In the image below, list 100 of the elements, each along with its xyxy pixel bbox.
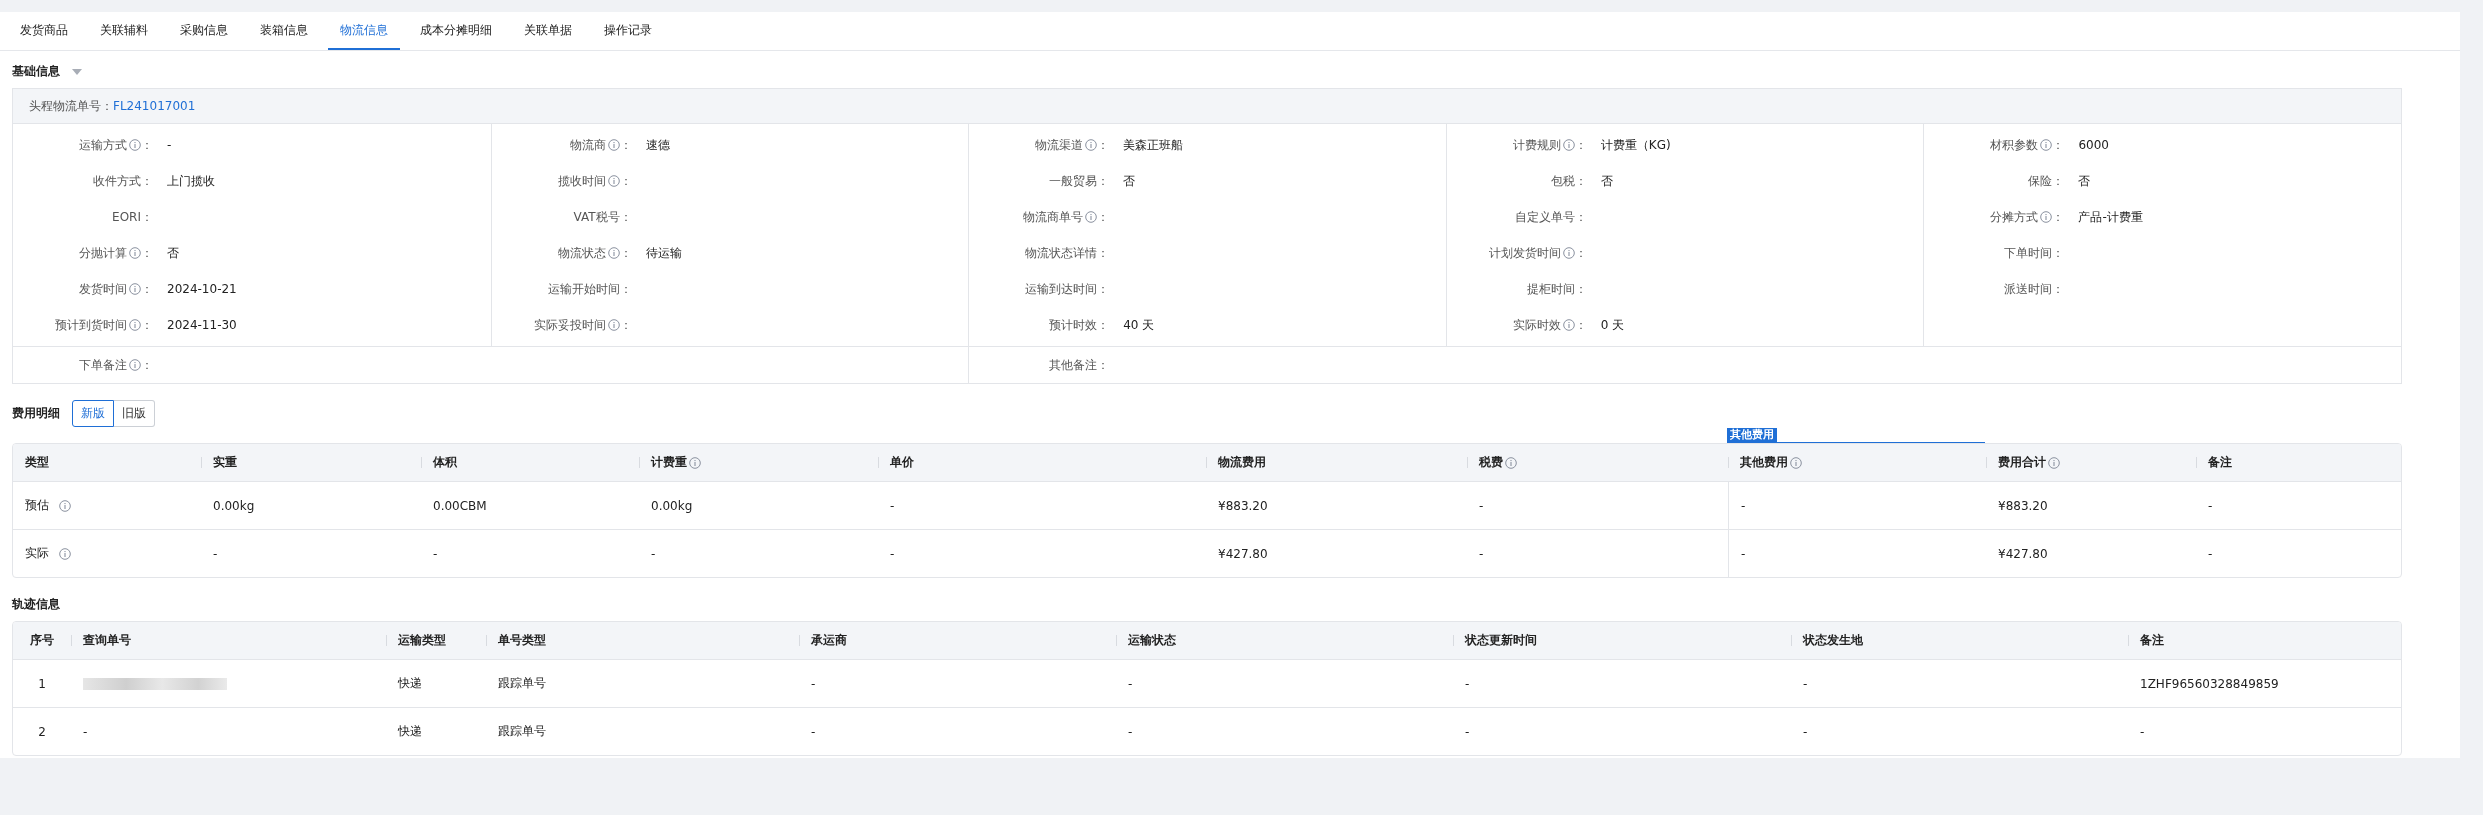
- field-label: 运输方式: [79, 136, 127, 154]
- field-value: 速德: [645, 136, 670, 154]
- field-value: 0 天: [1600, 316, 1625, 334]
- column-header: 计费重: [651, 454, 687, 471]
- field-label: 运输开始时间: [547, 280, 620, 298]
- field-label: 物流状态详情: [1025, 244, 1098, 262]
- label-colon: ：: [2052, 244, 2065, 262]
- table-cell: -: [811, 724, 816, 739]
- version-toggle[interactable]: 旧版: [114, 400, 155, 427]
- field-label: 一般贸易: [1049, 172, 1098, 190]
- tab[interactable]: 关联辅料: [88, 12, 160, 50]
- version-toggle[interactable]: 新版: [72, 400, 114, 427]
- column-header: 其他费用: [1740, 454, 1788, 471]
- field-label: 实际妥投时间: [533, 316, 606, 334]
- field-label: 材积参数: [1990, 136, 2039, 154]
- info-icon: [129, 359, 141, 371]
- table-cell: -: [1741, 546, 1746, 561]
- table-cell: -: [2208, 546, 2213, 561]
- table-cell: ¥883.20: [1218, 498, 1268, 513]
- column-header: 单号类型: [498, 632, 546, 649]
- tab[interactable]: 发货商品: [8, 12, 80, 50]
- field-value: 否: [1123, 172, 1136, 190]
- tab[interactable]: 装箱信息: [248, 12, 320, 50]
- field-label: 提柜时间: [1526, 280, 1575, 298]
- info-icon: [2048, 456, 2060, 469]
- label-colon: ：: [141, 280, 153, 298]
- table-cell: -: [811, 676, 816, 691]
- table-cell: -: [1479, 546, 1484, 561]
- tab[interactable]: 关联单据: [512, 12, 584, 50]
- field-value: 否: [167, 244, 179, 262]
- table-cell: -: [213, 546, 218, 561]
- column-header: 税费: [1479, 454, 1503, 471]
- label-colon: ：: [141, 208, 153, 226]
- field-label: 揽收时间: [557, 172, 606, 190]
- column-header: 单价: [890, 454, 914, 471]
- table-cell: -: [1479, 498, 1484, 513]
- table-cell: -: [1741, 498, 1746, 513]
- info-icon: [607, 175, 620, 187]
- table-cell: 0.00CBM: [433, 498, 487, 513]
- info-icon: [1505, 456, 1517, 469]
- table-cell: ¥427.80: [1218, 546, 1268, 561]
- column-header: 状态发生地: [1803, 632, 1863, 649]
- label-colon: ：: [1097, 136, 1110, 154]
- info-icon: [607, 319, 620, 331]
- table-cell: 跟踪单号: [498, 723, 546, 740]
- label-colon: ：: [619, 136, 632, 154]
- tab[interactable]: 成本分摊明细: [408, 12, 504, 50]
- field-label: 物流商单号: [1023, 208, 1084, 226]
- field-label: 计划发货时间: [1488, 244, 1561, 262]
- field-value: 美森正班船: [1123, 136, 1184, 154]
- section-title: 轨迹信息: [12, 596, 60, 613]
- table-cell: -: [433, 546, 438, 561]
- field-label: 其他备注: [1048, 356, 1097, 374]
- field-label: 自定义单号: [1514, 208, 1575, 226]
- field-value: 否: [1600, 172, 1613, 190]
- column-header: 体积: [433, 454, 457, 471]
- info-icon: [1562, 139, 1575, 151]
- caret-icon[interactable]: [72, 68, 82, 75]
- section-title: 费用明细: [12, 405, 60, 422]
- table-cell: 2: [38, 724, 46, 739]
- label-colon: ：: [141, 244, 153, 262]
- tab[interactable]: 采购信息: [168, 12, 240, 50]
- column-header: 状态更新时间: [1465, 632, 1537, 649]
- table-cell: -: [1128, 676, 1133, 691]
- info-icon: [1562, 247, 1575, 259]
- order-number-link[interactable]: FL241017001: [113, 99, 196, 113]
- label-colon: ：: [619, 280, 632, 298]
- field-label: 下单备注: [79, 356, 127, 374]
- table-cell: -: [1128, 724, 1133, 739]
- column-header: 实重: [213, 454, 237, 471]
- column-header: 备注: [2140, 632, 2164, 649]
- table-cell: -: [890, 498, 895, 513]
- label-colon: ：: [2052, 280, 2065, 298]
- column-header: 承运商: [811, 632, 847, 649]
- info-icon: [129, 247, 141, 259]
- column-header: 序号: [30, 632, 54, 649]
- table-cell: 跟踪单号: [498, 675, 546, 692]
- info-icon: [2040, 139, 2053, 151]
- field-value: 上门揽收: [167, 172, 215, 190]
- field-label: 物流状态: [557, 244, 606, 262]
- label-colon: ：: [141, 356, 153, 374]
- table-cell: 1: [38, 676, 46, 691]
- label-colon: ：: [141, 136, 153, 154]
- label-colon: ：: [1096, 356, 1109, 374]
- column-header: 物流费用: [1218, 454, 1266, 471]
- info-icon: [1085, 211, 1098, 223]
- info-icon: [59, 499, 71, 512]
- table-cell: 预估: [25, 497, 49, 514]
- table-cell: 快递: [398, 723, 422, 740]
- field-label: 预计到货时间: [55, 316, 127, 334]
- field-value: 2024-10-21: [167, 282, 237, 296]
- field-label: 保险: [2028, 172, 2053, 190]
- field-label: 分抛计算: [79, 244, 127, 262]
- tab[interactable]: 物流信息: [328, 12, 400, 50]
- label-colon: ：: [1097, 244, 1110, 262]
- field-label: 计费规则: [1512, 136, 1561, 154]
- tab[interactable]: 操作记录: [592, 12, 664, 50]
- label-colon: ：: [1574, 280, 1587, 298]
- field-label: EORI: [112, 210, 141, 224]
- table-cell: 快递: [398, 675, 422, 692]
